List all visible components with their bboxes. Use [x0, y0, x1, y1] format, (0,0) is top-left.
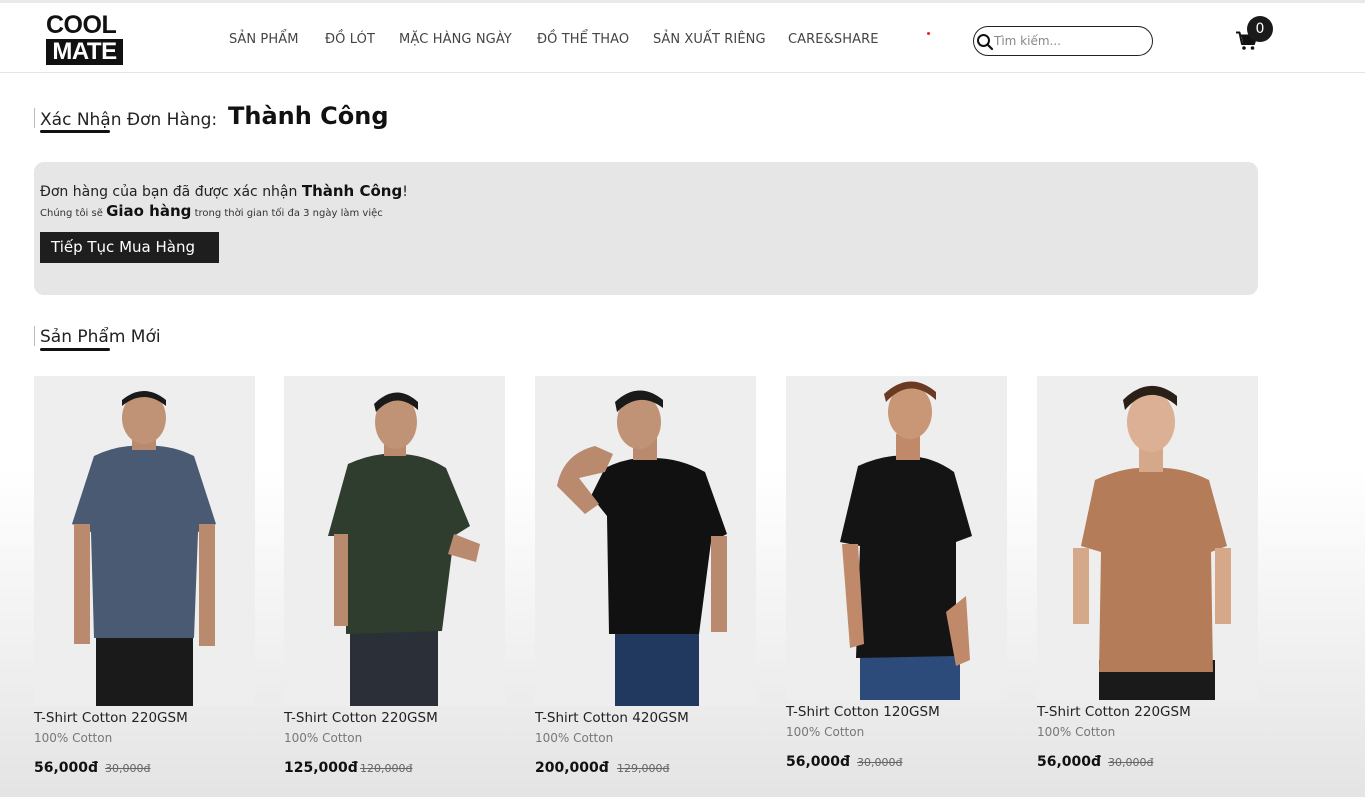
product-name[interactable]: T-Shirt Cotton 220GSM [34, 710, 188, 726]
nav-item-san-xuat-rieng[interactable]: SẢN XUẤT RIÊNG [653, 32, 766, 47]
product-card[interactable]: T-Shirt Cotton 220GSM 100% Cotton 56,000… [34, 376, 255, 786]
product-price: 56,000đ [34, 760, 99, 776]
product-name[interactable]: T-Shirt Cotton 220GSM [1037, 704, 1191, 720]
order-confirm-label: Xác Nhận Đơn Hàng: [40, 110, 218, 130]
delivery-message: Chúng tôi sẽ Giao hàng trong thời gian t… [40, 202, 383, 220]
product-old-price: 129,000đ [617, 762, 670, 775]
notification-dot [927, 32, 930, 35]
product-image[interactable] [535, 376, 756, 706]
nav-item-mac-hang-ngay[interactable]: MẶC HÀNG NGÀY [399, 32, 512, 47]
product-card[interactable]: T-Shirt Cotton 220GSM 100% Cotton 56,000… [1037, 376, 1258, 780]
cart-count-badge[interactable]: 0 [1247, 16, 1273, 42]
nav-item-san-pham[interactable]: SẢN PHẨM [229, 32, 299, 47]
product-price: 200,000đ [535, 760, 609, 776]
search-box [973, 26, 1153, 56]
nav-item-do-the-thao[interactable]: ĐỒ THỂ THAO [537, 32, 629, 47]
product-material: 100% Cotton [786, 725, 865, 739]
nav-item-do-lot[interactable]: ĐỒ LÓT [325, 32, 375, 47]
product-image[interactable] [1037, 376, 1258, 700]
confirm-message: Đơn hàng của bạn đã được xác nhận Thành … [40, 182, 408, 200]
continue-shopping-button[interactable]: Tiếp Tục Mua Hàng [40, 232, 219, 263]
search-input[interactable] [994, 32, 1144, 50]
title-underline [40, 130, 110, 133]
product-old-price: 30,000đ [857, 756, 903, 769]
product-old-price: 30,000đ [1108, 756, 1154, 769]
product-image[interactable] [786, 376, 1007, 700]
nav-item-care-share[interactable]: CARE&SHARE [788, 32, 879, 47]
brand-logo[interactable]: COOL MATE [46, 11, 123, 67]
product-price: 56,000đ [786, 754, 851, 770]
product-name[interactable]: T-Shirt Cotton 120GSM [786, 704, 940, 720]
product-material: 100% Cotton [1037, 725, 1116, 739]
title-underline [40, 348, 110, 351]
product-name[interactable]: T-Shirt Cotton 220GSM [284, 710, 438, 726]
product-price: 56,000đ [1037, 754, 1102, 770]
product-image[interactable] [284, 376, 505, 706]
product-image[interactable] [34, 376, 255, 706]
product-card[interactable]: T-Shirt Cotton 220GSM 100% Cotton 125,00… [284, 376, 505, 786]
order-confirm-status: Thành Công [228, 102, 389, 130]
product-name[interactable]: T-Shirt Cotton 420GSM [535, 710, 689, 726]
product-old-price: 30,000đ [105, 762, 151, 775]
product-card[interactable]: T-Shirt Cotton 420GSM 100% Cotton 200,00… [535, 376, 756, 786]
product-material: 100% Cotton [284, 731, 363, 745]
new-products-label: Sản Phẩm Mới [40, 327, 161, 347]
site-header: COOL MATE SẢN PHẨM ĐỒ LÓT MẶC HÀNG NGÀY … [0, 0, 1365, 73]
logo-text-bottom: MATE [46, 39, 123, 65]
product-price: 125,000đ [284, 760, 358, 776]
title-bar [34, 326, 35, 346]
search-icon[interactable] [976, 33, 994, 51]
product-material: 100% Cotton [34, 731, 113, 745]
product-card[interactable]: T-Shirt Cotton 120GSM 100% Cotton 56,000… [786, 376, 1007, 780]
product-material: 100% Cotton [535, 731, 614, 745]
product-old-price: 120,000đ [360, 762, 413, 775]
title-bar [34, 108, 35, 128]
order-confirm-box: Đơn hàng của bạn đã được xác nhận Thành … [34, 162, 1258, 295]
logo-text-top: COOL [46, 11, 117, 39]
